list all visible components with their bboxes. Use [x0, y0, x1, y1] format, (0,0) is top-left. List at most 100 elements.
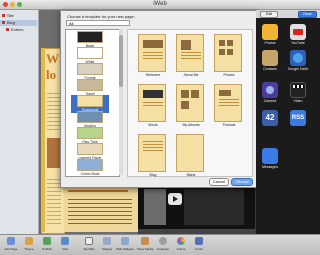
template-item[interactable]: Photos [214, 34, 244, 79]
rss-icon[interactable]: RSS [290, 110, 306, 126]
template-thumb [176, 34, 204, 72]
clapper-icon[interactable] [290, 82, 306, 98]
video-player[interactable] [138, 185, 255, 234]
theme-list[interactable]: Black White Formal Travel Scrapbook Mode… [65, 29, 120, 177]
app-label: Camera [263, 99, 277, 103]
page-headline-line2[interactable]: lo [46, 68, 56, 82]
toolbar-label: Show Media [136, 247, 154, 251]
template-label: Photos [223, 73, 235, 77]
template-item[interactable]: Blank [176, 134, 206, 179]
add-page-icon [7, 237, 15, 245]
app-label: Photos [264, 41, 276, 45]
page-body-text-2[interactable] [47, 176, 61, 226]
colors-button[interactable]: Colors [174, 237, 188, 253]
app-label: Video [293, 99, 303, 103]
messages-icon[interactable] [262, 148, 278, 164]
window-title: iWeb [153, 1, 167, 7]
template-label: My Albums [182, 123, 200, 127]
theme-thumb [77, 159, 103, 171]
template-thumb [138, 84, 166, 122]
ipad-done-button[interactable]: Done [298, 11, 317, 18]
sidebar-item-entries[interactable]: Entries [6, 27, 23, 33]
entries-icon [6, 28, 9, 32]
contacts-icon[interactable] [262, 50, 278, 66]
text-box-button[interactable]: Text Box [82, 237, 96, 253]
template-item[interactable]: Podcast [214, 84, 244, 129]
template-item[interactable]: Movie [138, 84, 168, 129]
site-icon [2, 14, 5, 18]
play-icon[interactable] [168, 193, 182, 205]
fonts-button[interactable]: Fonts [192, 237, 206, 253]
visit-icon [61, 237, 69, 245]
toolbar-label: Fonts [195, 247, 203, 251]
theme-thumb [77, 111, 103, 123]
fonts-icon [195, 237, 203, 245]
cancel-button[interactable]: Cancel [209, 178, 229, 186]
theme-label: Comic Book [80, 172, 100, 176]
template-thumb [214, 34, 242, 72]
number-icon[interactable]: 42 [262, 110, 278, 126]
video-frame [144, 189, 166, 225]
publish-icon [43, 237, 51, 245]
page-lower-section[interactable] [64, 186, 138, 232]
template-thumb [138, 134, 166, 172]
template-thumb [176, 84, 204, 122]
globe-icon[interactable] [290, 50, 306, 66]
template-item[interactable]: Blog [138, 134, 168, 179]
template-label: Podcast [222, 123, 236, 127]
youtube-icon[interactable] [290, 24, 306, 40]
app-label: Messages [262, 165, 278, 169]
template-label: About Me [183, 73, 199, 77]
blog-icon [2, 21, 5, 25]
site-sidebar: Site Blog Entries [0, 10, 39, 234]
toolbar-label: Shapes [101, 247, 113, 251]
page-border-stripe [41, 48, 45, 232]
theme-thumb [77, 127, 103, 139]
sidebar-item-label: Site [7, 13, 14, 18]
theme-button[interactable]: Theme [22, 237, 36, 253]
sidebar-item-label: Blog [7, 20, 16, 25]
scrollbar-knob[interactable] [119, 35, 123, 87]
shapes-button[interactable]: Shapes [100, 237, 114, 253]
show-media-button[interactable]: Show Media [136, 237, 154, 253]
ipad-edit-button[interactable]: Edit [260, 11, 278, 18]
ipad-top-bar: Edit Done [256, 10, 320, 18]
choose-button[interactable]: Choose [231, 178, 253, 186]
toolbar-label: Theme [24, 247, 34, 251]
toolbar-label: Visit [62, 247, 68, 251]
template-label: Movie [148, 123, 158, 127]
sidebar-item-blog[interactable]: Blog [0, 20, 37, 26]
template-item[interactable]: My Albums [176, 84, 206, 129]
web-widgets-button[interactable]: Web Widgets [116, 237, 134, 253]
template-item[interactable]: About Me [176, 34, 206, 79]
template-thumb [176, 134, 204, 172]
photos-icon[interactable] [262, 24, 278, 40]
page-body-text[interactable] [47, 90, 61, 130]
camera-icon[interactable] [262, 82, 278, 98]
colors-icon [177, 237, 185, 245]
page-image[interactable] [47, 138, 61, 168]
visit-button[interactable]: Visit [58, 237, 72, 253]
template-grid: Welcome About Me Photos Movie My Albums … [127, 29, 253, 177]
add-page-button[interactable]: Add Page [4, 237, 18, 253]
publish-button[interactable]: Publish [40, 237, 54, 253]
sidebar-item-site[interactable]: Site [2, 13, 14, 19]
theme-item[interactable]: Comic Book [71, 159, 109, 176]
textbox-icon [85, 237, 93, 245]
toolbar-label: Inspector [156, 247, 170, 251]
inspector-button[interactable]: Inspector [156, 237, 170, 253]
page-headline-line1[interactable]: W [46, 52, 59, 66]
app-label: Google Earth [287, 67, 309, 71]
template-item[interactable]: Welcome [138, 34, 168, 79]
template-label: Blog [149, 173, 157, 177]
shapes-icon [103, 237, 111, 245]
theme-filter-select[interactable]: All [66, 20, 130, 26]
theme-list-scrollbar[interactable] [119, 29, 123, 175]
toolbar-label: Colors [176, 247, 186, 251]
ipad-preview: Edit Done Photos YouTube Contacts Google… [256, 10, 320, 234]
theme-thumb [77, 95, 103, 107]
bottom-toolbar: Add Page Theme Publish Visit Text Box Sh… [0, 234, 320, 255]
theme-thumb [77, 143, 103, 155]
template-thumb [138, 34, 166, 72]
theme-thumb [77, 63, 103, 75]
